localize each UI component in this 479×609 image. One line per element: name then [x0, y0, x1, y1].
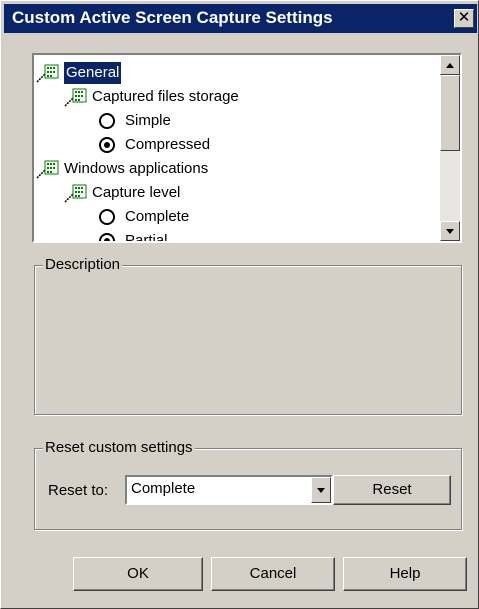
tree-item-label: Complete: [125, 208, 190, 225]
settings-tree[interactable]: General Captured files storage Simple Co…: [32, 53, 462, 243]
description-text: [43, 282, 453, 406]
tree-item-label: Capture level: [92, 184, 181, 201]
arrow-down-icon: [446, 229, 454, 234]
ok-button[interactable]: OK: [73, 557, 203, 591]
help-button-label: Help: [389, 565, 421, 582]
scroll-thumb[interactable]: [440, 75, 460, 151]
settings-folder-icon: [64, 86, 92, 108]
reset-to-dropdown[interactable]: Complete: [125, 475, 333, 505]
dropdown-button[interactable]: [311, 477, 331, 503]
tree-scrollbar[interactable]: [440, 55, 460, 241]
settings-tree-content: General Captured files storage Simple Co…: [34, 55, 440, 241]
settings-dialog: Custom Active Screen Capture Settings ✕ …: [0, 0, 479, 609]
tree-item-compressed[interactable]: Compressed: [96, 133, 210, 157]
tree-item-label: General: [64, 62, 122, 84]
tree-item-simple[interactable]: Simple: [96, 109, 171, 133]
close-button[interactable]: ✕: [454, 9, 474, 28]
scroll-down-button[interactable]: [440, 221, 460, 241]
tree-item-general[interactable]: General: [36, 61, 122, 85]
radio-button[interactable]: [99, 113, 115, 129]
radio-button-checked[interactable]: [99, 233, 115, 241]
ok-button-label: OK: [127, 565, 149, 582]
dialog-title: Custom Active Screen Capture Settings: [12, 8, 333, 27]
reset-settings-group-label: Reset custom settings: [43, 439, 195, 457]
tree-item-partial[interactable]: Partial: [96, 229, 168, 241]
tree-item-windows-applications[interactable]: Windows applications: [36, 157, 208, 181]
chevron-down-icon: [317, 488, 325, 493]
tree-item-label: Captured files storage: [92, 88, 239, 105]
scroll-up-button[interactable]: [440, 55, 460, 75]
reset-settings-group: Reset custom settings Reset to: Complete…: [34, 439, 462, 530]
radio-button-checked[interactable]: [99, 137, 115, 153]
arrow-up-icon: [446, 63, 454, 68]
settings-folder-icon: [64, 182, 92, 204]
settings-folder-icon: [36, 62, 64, 84]
reset-to-label: Reset to:: [48, 482, 109, 499]
tree-item-label: Compressed: [125, 136, 211, 153]
description-group-label: Description: [43, 256, 123, 274]
settings-folder-icon: [36, 158, 64, 180]
tree-item-complete[interactable]: Complete: [96, 205, 189, 229]
description-group: Description: [34, 256, 462, 415]
reset-button[interactable]: Reset: [333, 475, 451, 505]
reset-to-selected-value: Complete: [131, 480, 196, 497]
help-button[interactable]: Help: [343, 557, 467, 591]
cancel-button-label: Cancel: [249, 565, 297, 582]
reset-button-label: Reset: [372, 481, 412, 498]
tree-item-capture-level[interactable]: Capture level: [64, 181, 180, 205]
cancel-button[interactable]: Cancel: [211, 557, 335, 591]
radio-button[interactable]: [99, 209, 115, 225]
tree-item-captured-files-storage[interactable]: Captured files storage: [64, 85, 239, 109]
title-bar[interactable]: Custom Active Screen Capture Settings ✕: [4, 4, 477, 33]
tree-item-label: Windows applications: [64, 160, 209, 177]
close-icon: ✕: [457, 9, 471, 26]
tree-item-label: Partial: [125, 232, 168, 241]
tree-item-label: Simple: [125, 112, 171, 129]
